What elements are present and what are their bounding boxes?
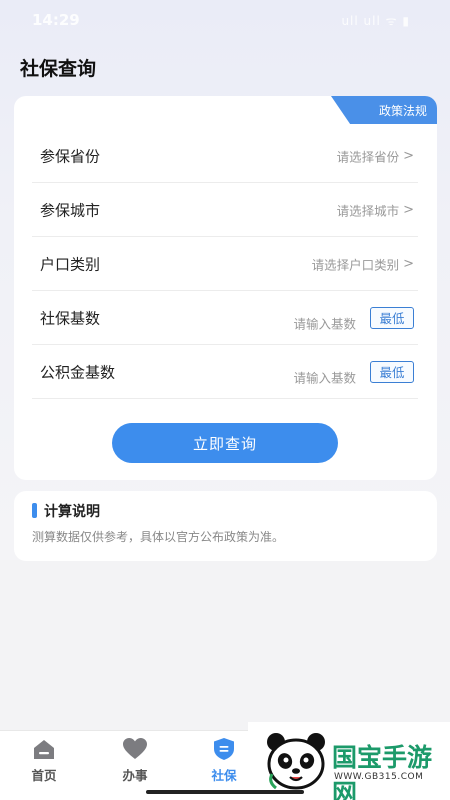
watermark-logo: 国宝手游网 WWW.GB315.COM: [248, 722, 450, 800]
province-placeholder: 请选择省份: [336, 149, 400, 164]
city-placeholder: 请选择城市: [336, 203, 400, 218]
tab-services[interactable]: 办事: [105, 737, 165, 784]
province-label: 参保省份: [40, 147, 101, 165]
row-fund-base: 公积金基数 请输入基数 最低: [32, 345, 418, 399]
social-base-label: 社保基数: [40, 309, 101, 327]
fund-base-min-button[interactable]: 最低: [370, 360, 414, 383]
city-select[interactable]: 请选择城市 >: [337, 200, 414, 219]
row-hukou[interactable]: 户口类别 请选择户口类别 >: [32, 237, 418, 291]
page-title: 社保查询: [20, 58, 97, 80]
panda-icon: [267, 733, 325, 790]
heart-icon: [123, 738, 147, 759]
hukou-label: 户口类别: [40, 255, 101, 273]
home-indicator: [146, 790, 304, 794]
note-description: 测算数据仅供参考，具体以官方公布政策为准。: [32, 530, 285, 544]
watermark-site: WWW.GB315.COM: [334, 772, 424, 782]
shield-icon: [214, 738, 234, 760]
home-icon: [34, 740, 54, 759]
row-city[interactable]: 参保城市 请选择城市 >: [32, 183, 418, 237]
row-social-base: 社保基数 请输入基数 最低: [32, 291, 418, 345]
query-button[interactable]: 立即查询: [112, 423, 338, 463]
tab-social-security-label: 社保: [211, 768, 237, 783]
status-time: 14:29: [32, 11, 80, 29]
tab-services-label: 办事: [122, 768, 148, 783]
fund-base-input[interactable]: 请输入基数: [293, 367, 356, 386]
tab-home[interactable]: 首页: [14, 737, 74, 784]
chevron-right-icon: >: [403, 202, 414, 217]
province-select[interactable]: 请选择省份 >: [337, 146, 414, 165]
tab-home-label: 首页: [31, 768, 57, 783]
chevron-right-icon: >: [403, 256, 414, 271]
chevron-right-icon: >: [403, 148, 414, 163]
social-base-min-button[interactable]: 最低: [370, 306, 414, 329]
hukou-placeholder: 请选择户口类别: [311, 257, 400, 272]
note-title: 计算说明: [44, 504, 100, 520]
status-bar: 14:29 ull ull ᯤ ▮: [0, 0, 450, 40]
fund-base-label: 公积金基数: [40, 363, 116, 381]
watermark-brand: 国宝手游网: [332, 743, 433, 800]
social-base-input[interactable]: 请输入基数: [293, 313, 356, 332]
status-icons: ull ull ᯤ ▮: [341, 14, 410, 28]
note-accent-bar: [32, 503, 37, 518]
calculation-note-card: 计算说明 测算数据仅供参考，具体以官方公布政策为准。: [14, 491, 437, 561]
hukou-select[interactable]: 请选择户口类别 >: [312, 254, 414, 273]
tab-social-security[interactable]: 社保: [194, 737, 254, 784]
query-form-card: 政策法规 参保省份 请选择省份 > 参保城市 请选择城市 > 户口类别 请选择户…: [14, 96, 437, 480]
row-province[interactable]: 参保省份 请选择省份 >: [32, 129, 418, 183]
policy-ribbon[interactable]: 政策法规: [331, 96, 437, 124]
policy-ribbon-label: 政策法规: [378, 103, 427, 118]
city-label: 参保城市: [40, 201, 101, 219]
